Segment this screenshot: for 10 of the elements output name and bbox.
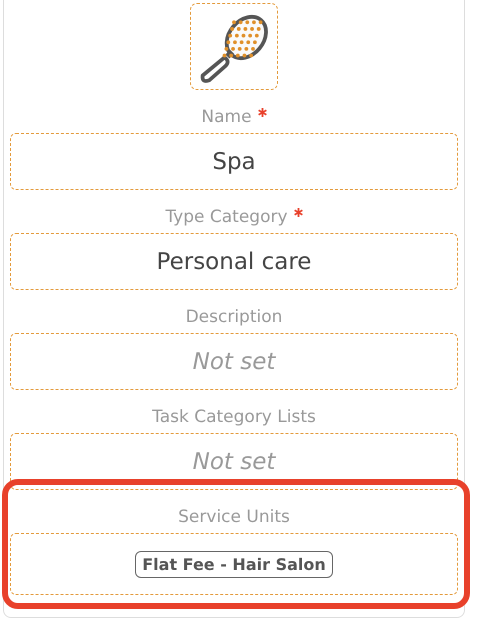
field-label: Description [186,307,282,327]
input-field[interactable]: Spa [10,133,458,190]
field-label: Type Category [165,207,288,227]
tag-chip: Flat Fee - Hair Salon [135,550,333,578]
field-label: Service Units [178,507,290,527]
field-label: Name [201,107,252,127]
field-label: Task Category Lists [152,407,316,427]
icon-picker[interactable] [190,3,278,90]
input-field[interactable]: Flat Fee - Hair Salon [10,533,458,595]
input-field[interactable]: Personal care [10,233,458,290]
